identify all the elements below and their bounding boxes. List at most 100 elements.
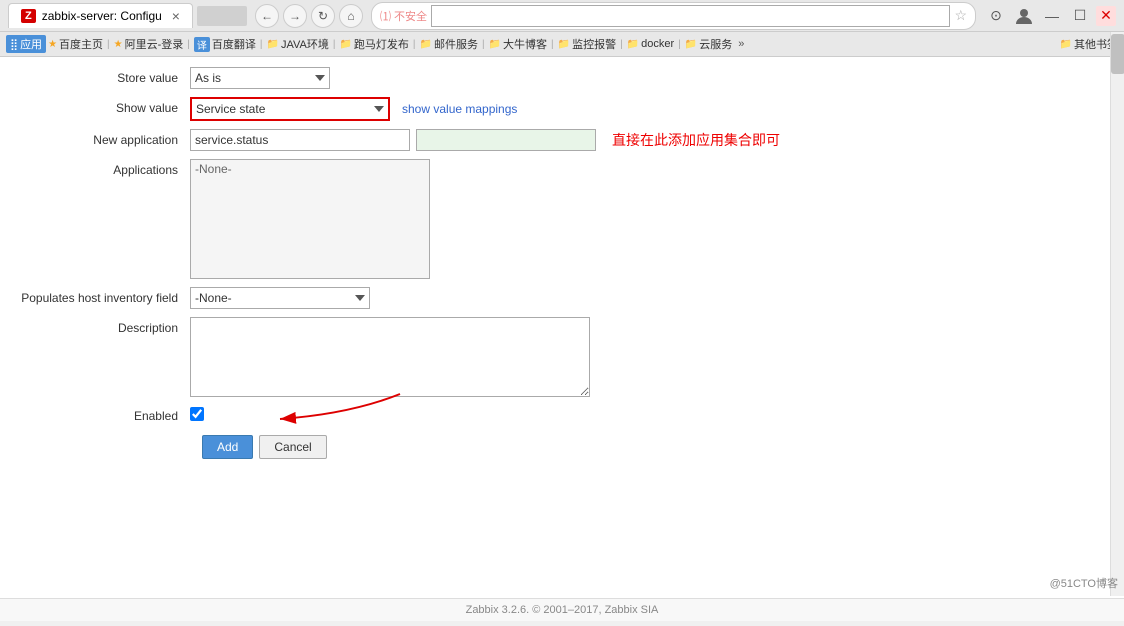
star-icon: ★ (48, 39, 57, 50)
back-button[interactable]: ← (255, 4, 279, 28)
separator-7: | (551, 39, 554, 50)
bookmark-label: 大牛博客 (503, 36, 547, 52)
folder-icon: 📁 (489, 39, 501, 50)
new-application-row: New application 直接在此添加应用集合即可 (20, 129, 1104, 151)
bookmark-label: 百度主页 (59, 36, 103, 52)
description-label: Description (20, 317, 190, 335)
account-icon[interactable] (1012, 4, 1036, 28)
bookmark-aliyun[interactable]: ★ 阿里云-登录 (114, 36, 184, 52)
folder-icon: 📁 (1060, 39, 1072, 50)
forward-button[interactable]: → (283, 4, 307, 28)
bookmark-baidu-home[interactable]: ★ 百度主页 (48, 36, 103, 52)
separator-3: | (260, 39, 263, 50)
bookmark-label: 邮件服务 (434, 36, 478, 52)
show-value-select[interactable]: As is Service state (190, 97, 390, 121)
apps-grid-icon: ⣿ (10, 38, 18, 51)
bookmark-label: JAVA环境 (281, 36, 329, 52)
star-icon: ★ (114, 39, 123, 50)
applications-list[interactable]: -None- (190, 159, 430, 279)
separator-5: | (413, 39, 416, 50)
applications-row: Applications -None- (20, 159, 1104, 279)
applications-label: Applications (20, 159, 190, 177)
browser-titlebar: Z zabbix-server: Configu × ← → ↻ ⌂ ⑴ 不安全… (0, 0, 1124, 32)
scrollbar[interactable] (1110, 32, 1124, 596)
separator-1: | (107, 39, 110, 50)
bookmark-label: 阿里云-登录 (125, 36, 184, 52)
folder-icon: 📁 (627, 39, 639, 50)
bookmark-paomadeng[interactable]: 📁 跑马灯发布 (339, 36, 408, 52)
url-input[interactable]: /zabbix/items.php?hostid=10268&form=Crea… (431, 5, 950, 27)
cancel-button[interactable]: Cancel (259, 435, 326, 459)
browser-tab[interactable]: Z zabbix-server: Configu × (8, 3, 193, 28)
folder-icon: 📁 (267, 39, 279, 50)
apps-label: 应用 (20, 36, 42, 52)
bookmark-label: 云服务 (699, 36, 732, 52)
apps-button[interactable]: ⣿ 应用 (6, 35, 46, 53)
main-content: Store value As is Delta (speed per secon… (0, 57, 1124, 621)
new-application-extra-input[interactable] (416, 129, 596, 151)
separator-8: | (620, 39, 623, 50)
security-icon: ⑴ 不安全 (380, 8, 427, 24)
add-button[interactable]: Add (202, 435, 253, 459)
bookmark-translate[interactable]: 译 百度翻译 (194, 36, 256, 52)
description-row: Description (20, 317, 1104, 397)
store-value-select[interactable]: As is Delta (speed per second) Delta (si… (190, 67, 330, 89)
minimize-icon[interactable]: — (1040, 4, 1064, 28)
close-icon[interactable]: ✕ (1096, 6, 1116, 26)
bookmarks-toolbar: ⣿ 应用 ★ 百度主页 | ★ 阿里云-登录 | 译 百度翻译 | 📁 JAVA… (0, 32, 1124, 57)
populates-select[interactable]: -None- (190, 287, 370, 309)
browser-actions: ⊙ — ☐ ✕ (984, 4, 1116, 28)
show-value-label: Show value (20, 97, 190, 115)
bookmark-mail[interactable]: 📁 邮件服务 (420, 36, 478, 52)
new-tab-area[interactable] (197, 6, 247, 26)
translate-icon: 译 (194, 37, 210, 52)
folder-icon: 📁 (558, 39, 570, 50)
bookmark-star-icon[interactable]: ☆ (954, 7, 967, 24)
new-application-input[interactable] (190, 129, 410, 151)
bookmark-java[interactable]: 📁 JAVA环境 (267, 36, 329, 52)
watermark: @51CTO博客 (1050, 575, 1118, 591)
value-mapping-link[interactable]: show value mappings (402, 102, 517, 116)
home-button[interactable]: ⌂ (339, 4, 363, 28)
bookmark-label: 监控报警 (572, 36, 616, 52)
new-application-field: 直接在此添加应用集合即可 (190, 129, 1104, 151)
maximize-icon[interactable]: ☐ (1068, 4, 1092, 28)
separator-9: | (678, 39, 681, 50)
extensions-icon[interactable]: ⊙ (984, 4, 1008, 28)
folder-icon: 📁 (339, 39, 351, 50)
bookmark-cloud[interactable]: 📁 云服务 (685, 36, 732, 52)
form-buttons: Add Cancel (20, 435, 1104, 459)
tab-close-icon[interactable]: × (172, 8, 180, 24)
bookmark-daniu[interactable]: 📁 大牛博客 (489, 36, 547, 52)
bookmark-label: docker (641, 38, 674, 50)
new-application-label: New application (20, 129, 190, 147)
browser-controls: ← → ↻ ⌂ (255, 4, 363, 28)
show-value-field: As is Service state show value mappings (190, 97, 1104, 121)
applications-field: -None- (190, 159, 1104, 279)
form-container: Store value As is Delta (speed per secon… (0, 57, 1124, 479)
store-value-label: Store value (20, 67, 190, 85)
tab-title: zabbix-server: Configu (42, 9, 162, 23)
separator-2: | (187, 39, 190, 50)
separator-4: | (333, 39, 336, 50)
more-bookmarks[interactable]: » (734, 37, 748, 51)
enabled-field (190, 407, 1104, 421)
store-value-row: Store value As is Delta (speed per secon… (20, 67, 1104, 89)
bookmark-label: 百度翻译 (212, 36, 256, 52)
refresh-button[interactable]: ↻ (311, 4, 335, 28)
populates-field: -None- (190, 287, 1104, 309)
bookmark-docker[interactable]: 📁 docker (627, 38, 674, 50)
annotation-text: 直接在此添加应用集合即可 (612, 130, 780, 150)
populates-row: Populates host inventory field -None- (20, 287, 1104, 309)
bookmark-monitor[interactable]: 📁 监控报警 (558, 36, 616, 52)
zabbix-logo: Z (21, 9, 36, 23)
show-value-row: Show value As is Service state show valu… (20, 97, 1104, 121)
enabled-row: Enabled (20, 405, 1104, 423)
arrow-annotation (200, 384, 430, 434)
scrollbar-thumb[interactable] (1111, 34, 1124, 74)
folder-icon: 📁 (420, 39, 432, 50)
bookmark-label: 跑马灯发布 (354, 36, 409, 52)
address-bar[interactable]: ⑴ 不安全 /zabbix/items.php?hostid=10268&for… (371, 2, 976, 30)
store-value-field: As is Delta (speed per second) Delta (si… (190, 67, 1104, 89)
app-none-item[interactable]: -None- (191, 160, 429, 178)
